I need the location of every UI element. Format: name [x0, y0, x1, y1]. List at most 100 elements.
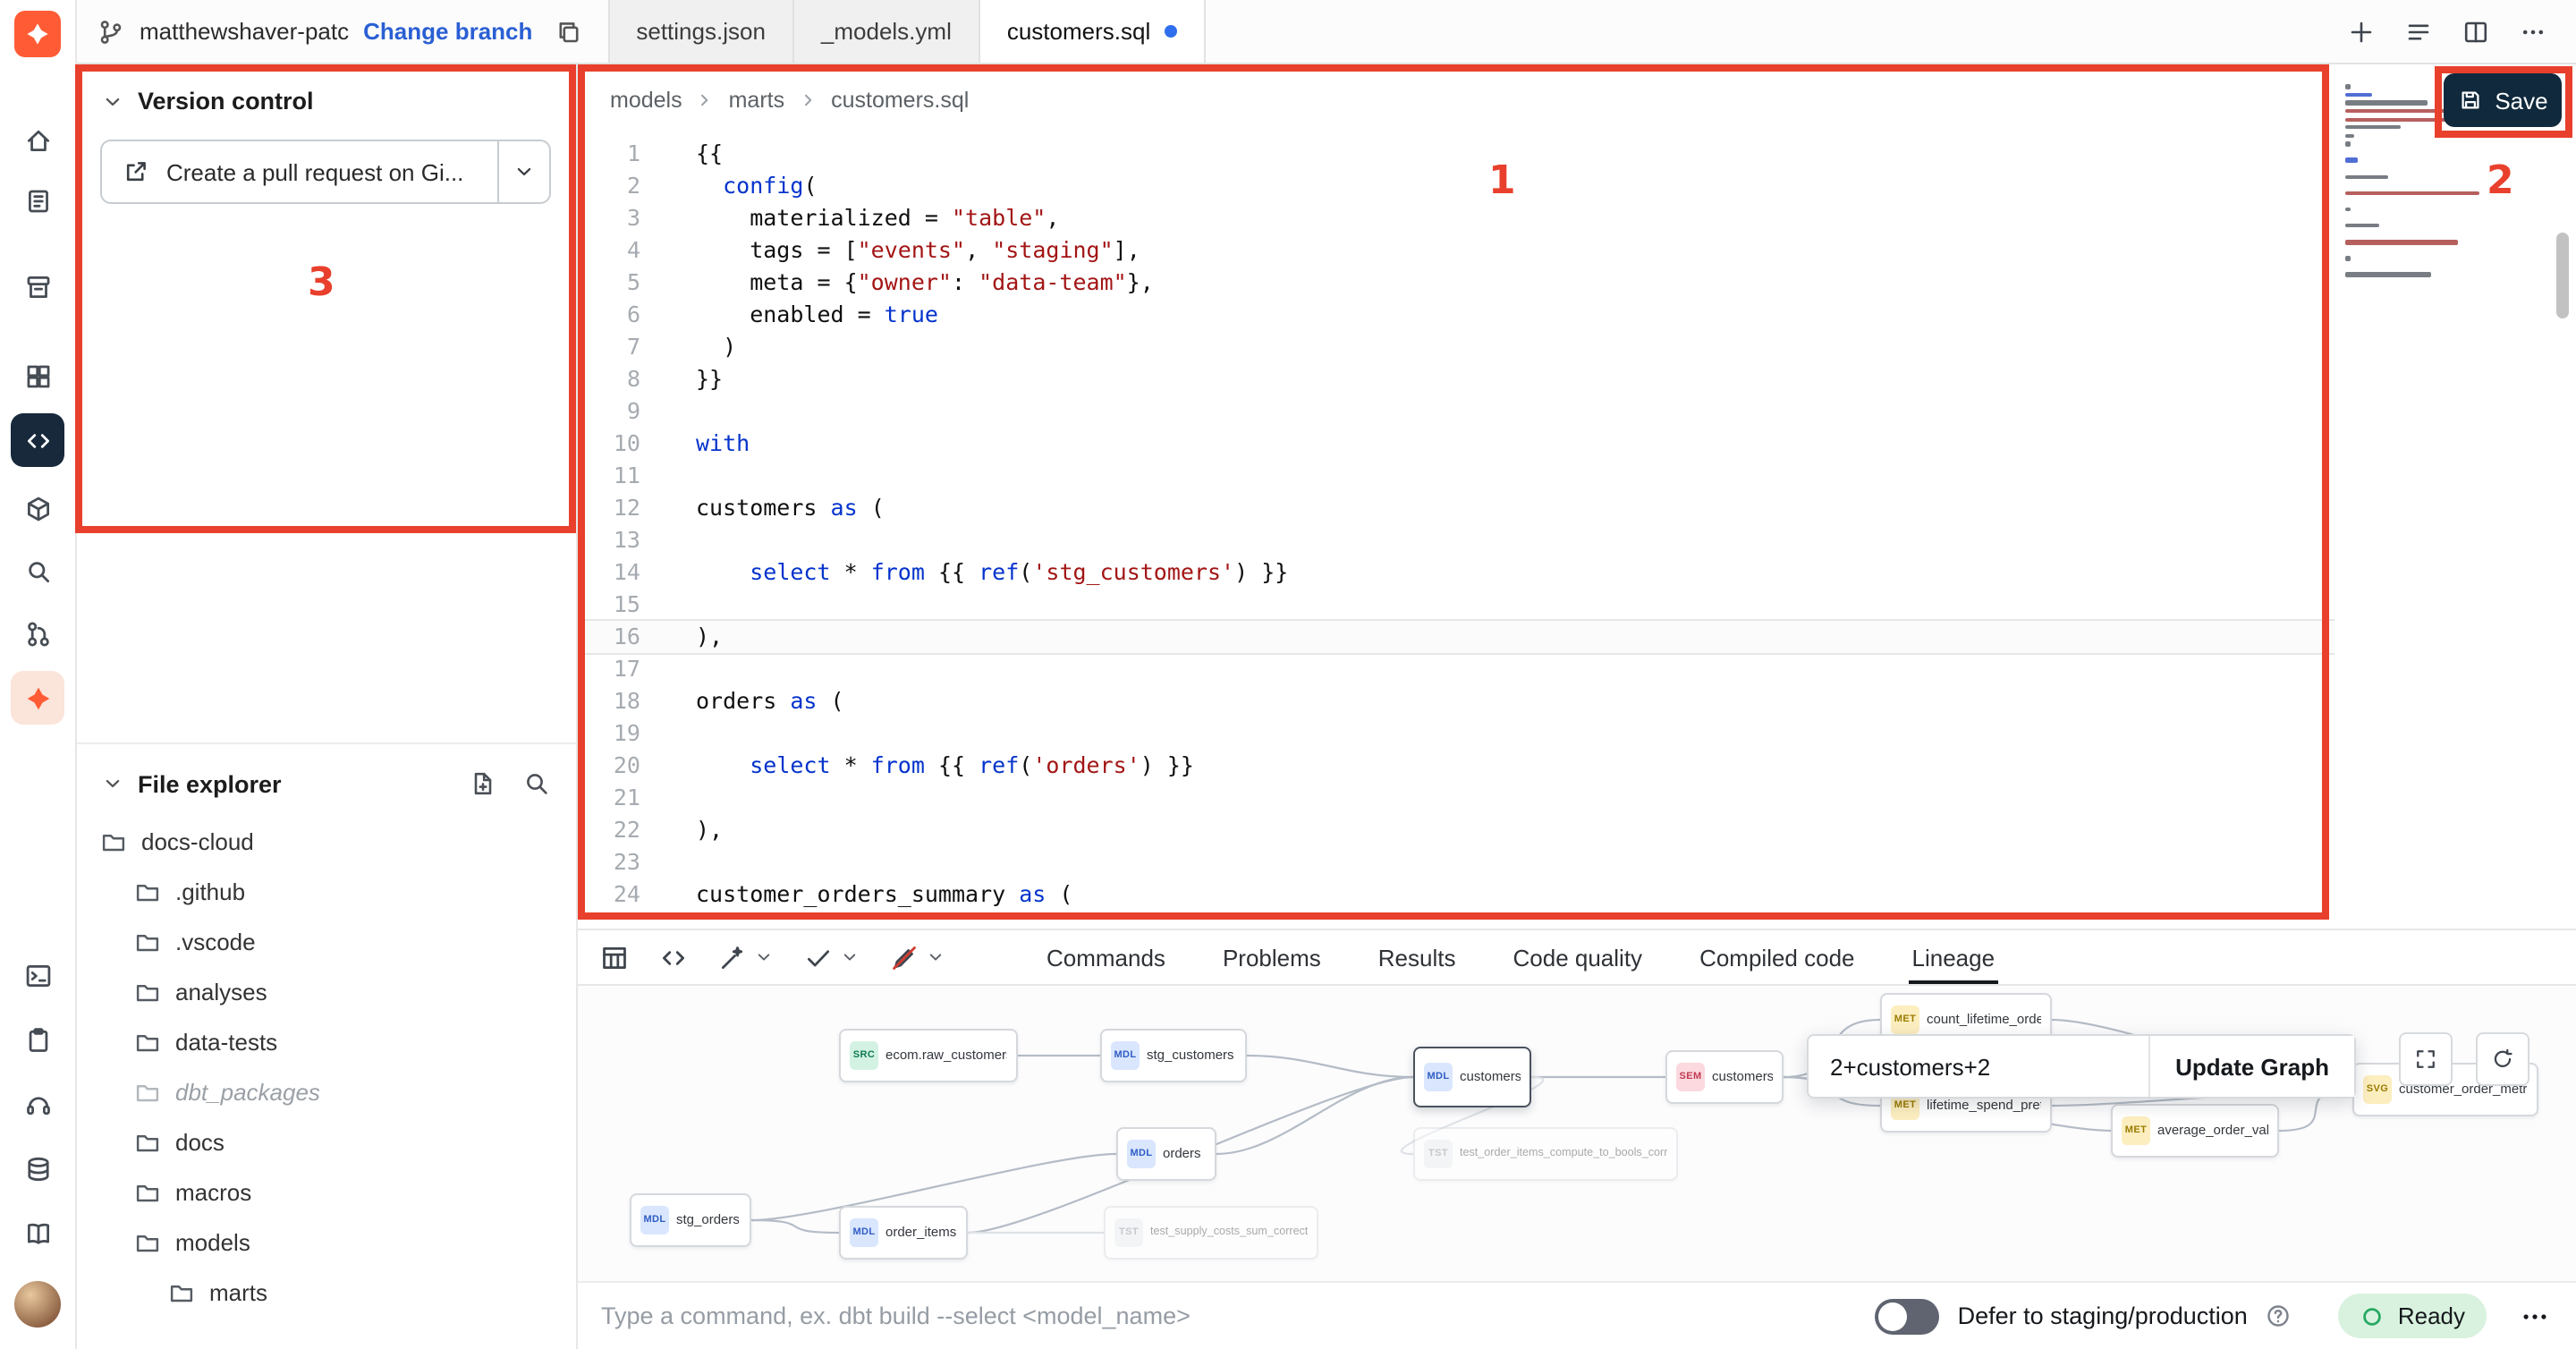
status-badge[interactable]: Ready: [2339, 1294, 2487, 1338]
code-line-9[interactable]: 9: [576, 395, 2334, 428]
code-line-2[interactable]: 2 config(: [576, 170, 2334, 202]
cube-icon[interactable]: [11, 481, 64, 535]
terminal-icon[interactable]: [11, 948, 64, 1002]
code-line-24[interactable]: 24customer_orders_summary as (: [576, 878, 2334, 911]
copy-icon[interactable]: [554, 17, 582, 46]
tab-customers.sql[interactable]: customers.sql: [980, 0, 1206, 63]
lineage-node-customers[interactable]: MDLcustomers: [1413, 1047, 1531, 1107]
fullscreen-button[interactable]: [2399, 1032, 2453, 1086]
code-line-11[interactable]: 11: [576, 460, 2334, 492]
code-line-4[interactable]: 4 tags = ["events", "staging"],: [576, 234, 2334, 267]
breadcrumb-models[interactable]: models: [610, 88, 682, 113]
help-icon[interactable]: [2266, 1302, 2292, 1329]
split-panel-icon[interactable]: [2462, 17, 2490, 46]
code-line-3[interactable]: 3 materialized = "table",: [576, 202, 2334, 234]
change-branch-link[interactable]: Change branch: [363, 18, 532, 45]
code-line-15[interactable]: 15: [576, 589, 2334, 621]
code-line-16[interactable]: 16),: [576, 621, 2334, 653]
book-icon[interactable]: [11, 1206, 64, 1260]
panel-tab-results[interactable]: Results: [1350, 930, 1485, 984]
search-icon[interactable]: [522, 769, 551, 798]
lineage-node-orders[interactable]: MDLorders: [1116, 1127, 1216, 1181]
database-icon[interactable]: [11, 1141, 64, 1195]
refresh-button[interactable]: [2476, 1032, 2529, 1086]
defer-toggle[interactable]: [1876, 1298, 1940, 1334]
lineage-selector-input[interactable]: 2+customers+2: [1809, 1036, 2150, 1097]
code-line-13[interactable]: 13: [576, 524, 2334, 556]
lineage-node-average_order_value[interactable]: METaverage_order_value: [2111, 1104, 2279, 1158]
queue-icon[interactable]: [2404, 17, 2433, 46]
headset-icon[interactable]: [11, 1077, 64, 1131]
create-pr-button[interactable]: Create a pull request on Gi...: [100, 140, 551, 204]
lineage-node-order_items[interactable]: MDLorder_items: [839, 1206, 968, 1260]
lineage-node-test_supply[interactable]: TSTtest_supply_costs_sum_correctly: [1104, 1206, 1318, 1260]
home-icon[interactable]: [11, 113, 64, 166]
code-line-8[interactable]: 8}}: [576, 363, 2334, 395]
file-item-docs-cloud[interactable]: docs-cloud: [75, 816, 576, 866]
code-line-6[interactable]: 6 enabled = true: [576, 299, 2334, 331]
file-explorer-header[interactable]: File explorer: [75, 744, 576, 812]
user-avatar[interactable]: [14, 1281, 61, 1328]
compare-icon[interactable]: [11, 607, 64, 660]
tab-_models.yml[interactable]: _models.yml: [794, 0, 980, 63]
format-sql-button[interactable]: [717, 942, 775, 972]
code-line-10[interactable]: 10with: [576, 428, 2334, 460]
new-file-icon[interactable]: [469, 769, 497, 798]
editor-scrollbar[interactable]: [2556, 233, 2569, 318]
validate-button[interactable]: [803, 942, 860, 972]
grid-icon[interactable]: [11, 349, 64, 403]
code-line-5[interactable]: 5 meta = {"owner": "data-team"},: [576, 267, 2334, 299]
code-line-18[interactable]: 18orders as (: [576, 685, 2334, 717]
code-view-icon[interactable]: [658, 942, 689, 972]
warehouse-icon[interactable]: [11, 259, 64, 313]
code-line-7[interactable]: 7 ): [576, 331, 2334, 363]
code-line-12[interactable]: 12customers as (: [576, 492, 2334, 524]
file-item-.github[interactable]: .github: [75, 866, 576, 916]
file-item-models[interactable]: models: [75, 1217, 576, 1267]
lineage-node-customers_sem[interactable]: SEMcustomers: [1665, 1050, 1784, 1104]
update-graph-button[interactable]: Update Graph: [2150, 1036, 2354, 1097]
branch-widget[interactable]: matthewshaver-patc Change branch: [75, 0, 547, 63]
more-options-icon[interactable]: [2519, 17, 2547, 46]
code-line-22[interactable]: 22),: [576, 814, 2334, 846]
command-input[interactable]: Type a command, ex. dbt build --select <…: [601, 1302, 1876, 1329]
version-control-header[interactable]: Version control: [75, 63, 576, 125]
code-line-21[interactable]: 21: [576, 782, 2334, 814]
panel-tab-compiled-code[interactable]: Compiled code: [1671, 930, 1883, 984]
develop-icon[interactable]: [11, 413, 64, 467]
file-item-marts[interactable]: marts: [75, 1267, 576, 1317]
create-pr-main[interactable]: Create a pull request on Gi...: [102, 141, 499, 202]
tab-settings.json[interactable]: settings.json: [607, 0, 794, 63]
code-line-20[interactable]: 20 select * from {{ ref('orders') }}: [576, 750, 2334, 782]
code-line-17[interactable]: 17: [576, 653, 2334, 685]
table-view-icon[interactable]: [599, 942, 630, 972]
lineage-node-raw_customers[interactable]: SRCecom.raw_customers: [839, 1029, 1018, 1082]
panel-tab-lineage[interactable]: Lineage: [1884, 930, 2024, 984]
lint-button[interactable]: [889, 942, 946, 972]
file-item-.vscode[interactable]: .vscode: [75, 916, 576, 966]
code-line-1[interactable]: 1{{: [576, 138, 2334, 170]
clipboard-icon[interactable]: [11, 1013, 64, 1066]
file-item-docs[interactable]: docs: [75, 1116, 576, 1167]
file-item-dbt_packages[interactable]: dbt_packages: [75, 1066, 576, 1116]
explore-icon[interactable]: [11, 544, 64, 598]
plus-icon[interactable]: [2347, 17, 2376, 46]
code-line-23[interactable]: 23: [576, 846, 2334, 878]
lineage-node-stg_customers[interactable]: MDLstg_customers: [1100, 1029, 1247, 1082]
dbt-project-icon[interactable]: [11, 671, 64, 725]
code-line-14[interactable]: 14 select * from {{ ref('stg_customers')…: [576, 556, 2334, 589]
panel-tab-problems[interactable]: Problems: [1194, 930, 1350, 984]
file-item-macros[interactable]: macros: [75, 1167, 576, 1217]
lineage-node-test_order_items[interactable]: TSTtest_order_items_compute_to_bools_cor…: [1413, 1127, 1678, 1181]
dbt-logo[interactable]: [14, 11, 61, 57]
file-item-data-tests[interactable]: data-tests: [75, 1016, 576, 1066]
pr-dropdown-caret[interactable]: [499, 141, 549, 202]
notebook-icon[interactable]: [11, 174, 64, 227]
file-item-analyses[interactable]: analyses: [75, 966, 576, 1016]
lineage-node-stg_orders[interactable]: MDLstg_orders: [630, 1193, 751, 1247]
save-button[interactable]: Save: [2444, 73, 2562, 127]
breadcrumb-marts[interactable]: marts: [729, 88, 785, 113]
panel-tab-code-quality[interactable]: Code quality: [1485, 930, 1672, 984]
panel-tab-commands[interactable]: Commands: [1018, 930, 1194, 984]
breadcrumb-file[interactable]: customers.sql: [831, 88, 969, 113]
